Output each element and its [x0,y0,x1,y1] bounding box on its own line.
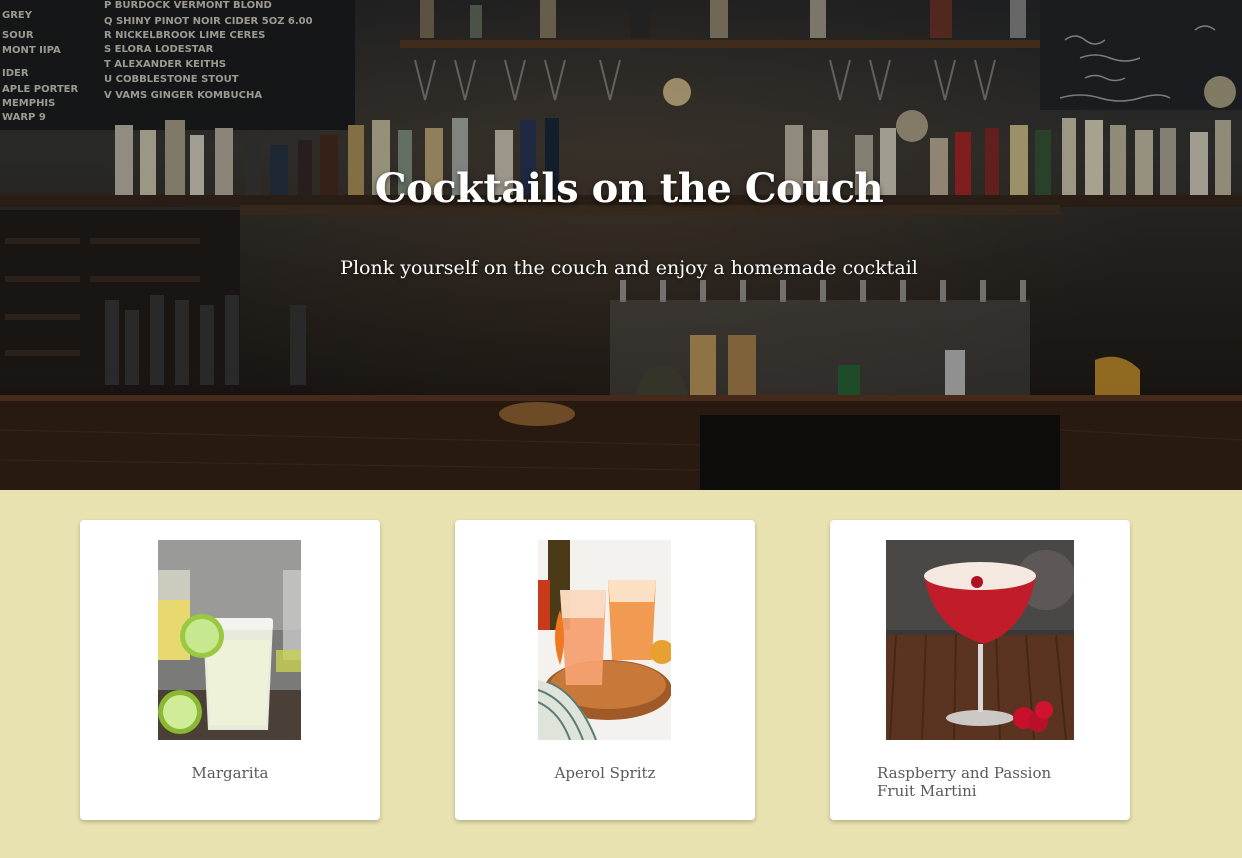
cocktail-name[interactable]: Aperol Spritz [455,764,755,782]
cocktail-card-aperol-spritz[interactable]: Aperol Spritz [455,520,755,820]
cocktail-card-raspberry-martini[interactable]: Raspberry and Passion Fruit Martini [830,520,1130,820]
page-title: Cocktails on the Couch [374,165,884,212]
raspberry-martini-photo[interactable] [886,540,1074,740]
hero-dim-overlay [0,0,1242,490]
page-subtitle: Plonk yourself on the couch and enjoy a … [340,257,918,279]
aperol-spritz-photo[interactable] [538,540,671,740]
margarita-photo[interactable] [158,540,301,740]
cocktail-card-margarita[interactable]: Margarita [80,520,380,820]
cocktail-name[interactable]: Raspberry and Passion Fruit Martini [877,764,1077,800]
cocktail-name[interactable]: Margarita [80,764,380,782]
hero-banner: GREY SOUR MONT IIPA IDER APLE PORTER MEM… [0,0,1242,490]
cocktail-card-grid: Margarita Aperol Spritz Raspberry and Pa… [0,520,1242,820]
